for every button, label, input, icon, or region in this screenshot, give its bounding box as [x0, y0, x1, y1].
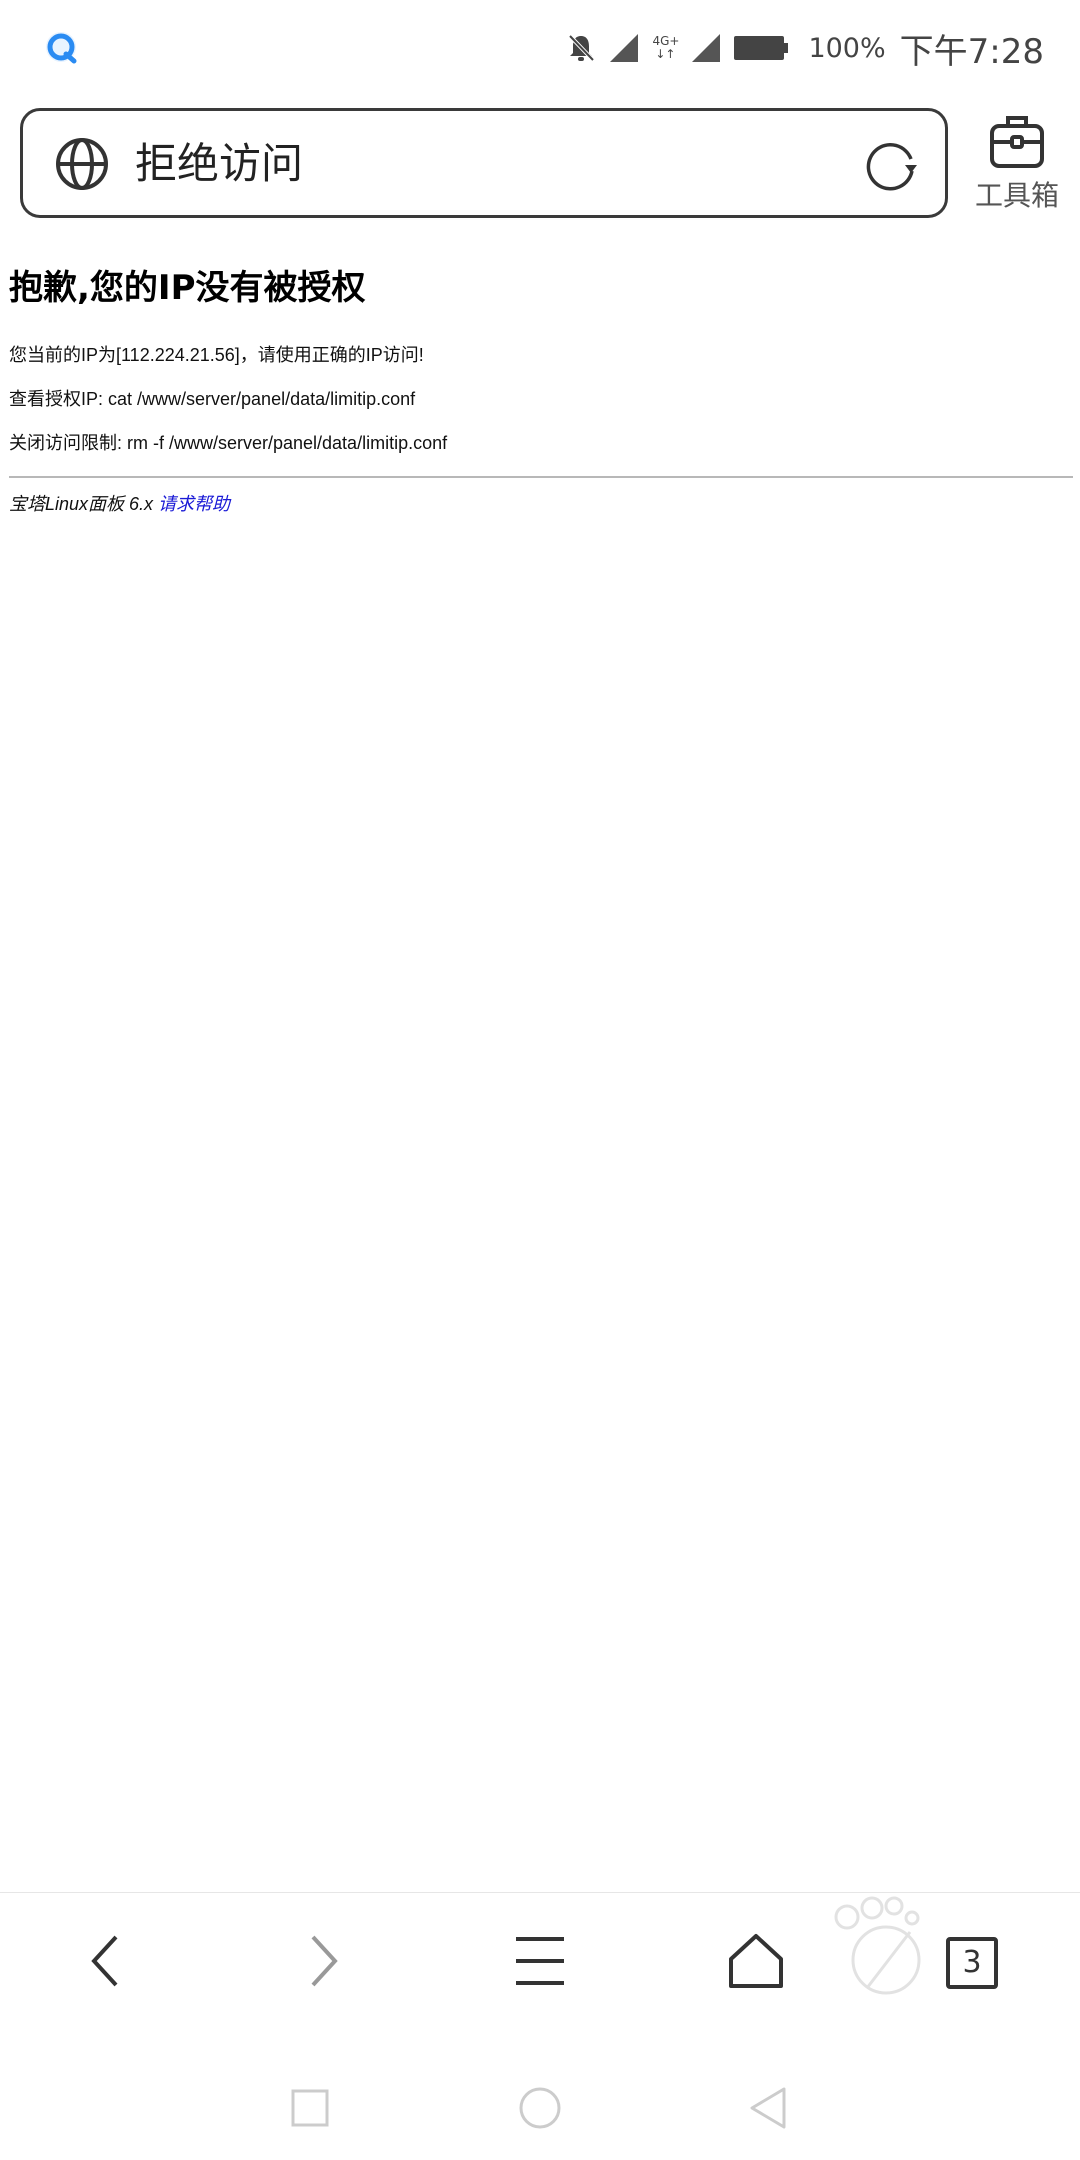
footer-line: 宝塔Linux面板 6.x 请求帮助 — [9, 490, 1073, 516]
network-type-text: 4G+ — [652, 34, 680, 48]
back-system-button[interactable] — [738, 2080, 798, 2140]
home-button[interactable] — [716, 1923, 796, 2003]
toolbox-icon — [962, 112, 1072, 172]
home-system-button[interactable] — [510, 2080, 570, 2140]
reload-icon[interactable] — [865, 137, 921, 193]
divider — [9, 476, 1073, 478]
address-bar[interactable]: 拒绝访问 — [20, 108, 948, 218]
footer-text: 宝塔Linux面板 6.x — [9, 494, 159, 514]
browser-screen: 4G+ ↓↑ 100% 下午7:28 拒绝访问 工具箱 抱歉,您的IP没有被授权… — [0, 0, 1080, 2160]
help-link[interactable]: 请求帮助 — [158, 494, 230, 514]
recents-button[interactable] — [280, 2080, 340, 2140]
square-icon — [290, 2088, 330, 2132]
data-arrows-icon: ↓↑ — [655, 47, 676, 61]
status-indicators: 4G+ ↓↑ 100% 下午7:28 — [566, 22, 1044, 74]
triangle-back-icon — [748, 2086, 788, 2134]
address-bar-title: 拒绝访问 — [135, 139, 304, 188]
system-nav-bar — [0, 2060, 1080, 2160]
disable-restriction-line: 关闭访问限制: rm -f /www/server/panel/data/lim… — [9, 433, 448, 453]
view-authorized-ip-line: 查看授权IP: cat /www/server/panel/data/limit… — [9, 389, 416, 409]
battery-icon — [734, 34, 790, 62]
browser-app-icon — [44, 30, 78, 64]
circle-icon — [518, 2086, 562, 2134]
current-ip-line: 您当前的IP为[112.224.21.56]，请使用正确的IP访问! — [9, 345, 424, 365]
back-button[interactable] — [66, 1923, 146, 2003]
paw-mascot-icon — [832, 1892, 942, 2002]
forward-button[interactable] — [283, 1923, 363, 2003]
page-heading: 抱歉,您的IP没有被授权 — [9, 268, 366, 308]
page-content: 抱歉,您的IP没有被授权 您当前的IP为[112.224.21.56]，请使用正… — [9, 258, 1073, 516]
network-type-label: 4G+ ↓↑ — [652, 34, 680, 61]
muted-bell-icon — [566, 32, 596, 64]
signal-strength-icon-2 — [690, 32, 722, 64]
menu-button[interactable] — [500, 1923, 580, 2003]
tabs-count-button[interactable]: 3 — [946, 1937, 998, 1989]
chevron-right-icon — [303, 1933, 343, 1993]
battery-percent: 100% — [808, 32, 886, 64]
signal-strength-icon — [608, 32, 640, 64]
toolbox-button[interactable]: 工具箱 — [962, 112, 1072, 216]
menu-icon — [514, 1935, 566, 1991]
status-bar: 4G+ ↓↑ 100% 下午7:28 — [0, 0, 1080, 96]
home-icon — [728, 1933, 784, 1993]
chevron-left-icon — [86, 1933, 126, 1993]
toolbox-label: 工具箱 — [974, 179, 1059, 212]
globe-icon — [55, 137, 109, 191]
status-time: 下午7:28 — [899, 31, 1044, 72]
